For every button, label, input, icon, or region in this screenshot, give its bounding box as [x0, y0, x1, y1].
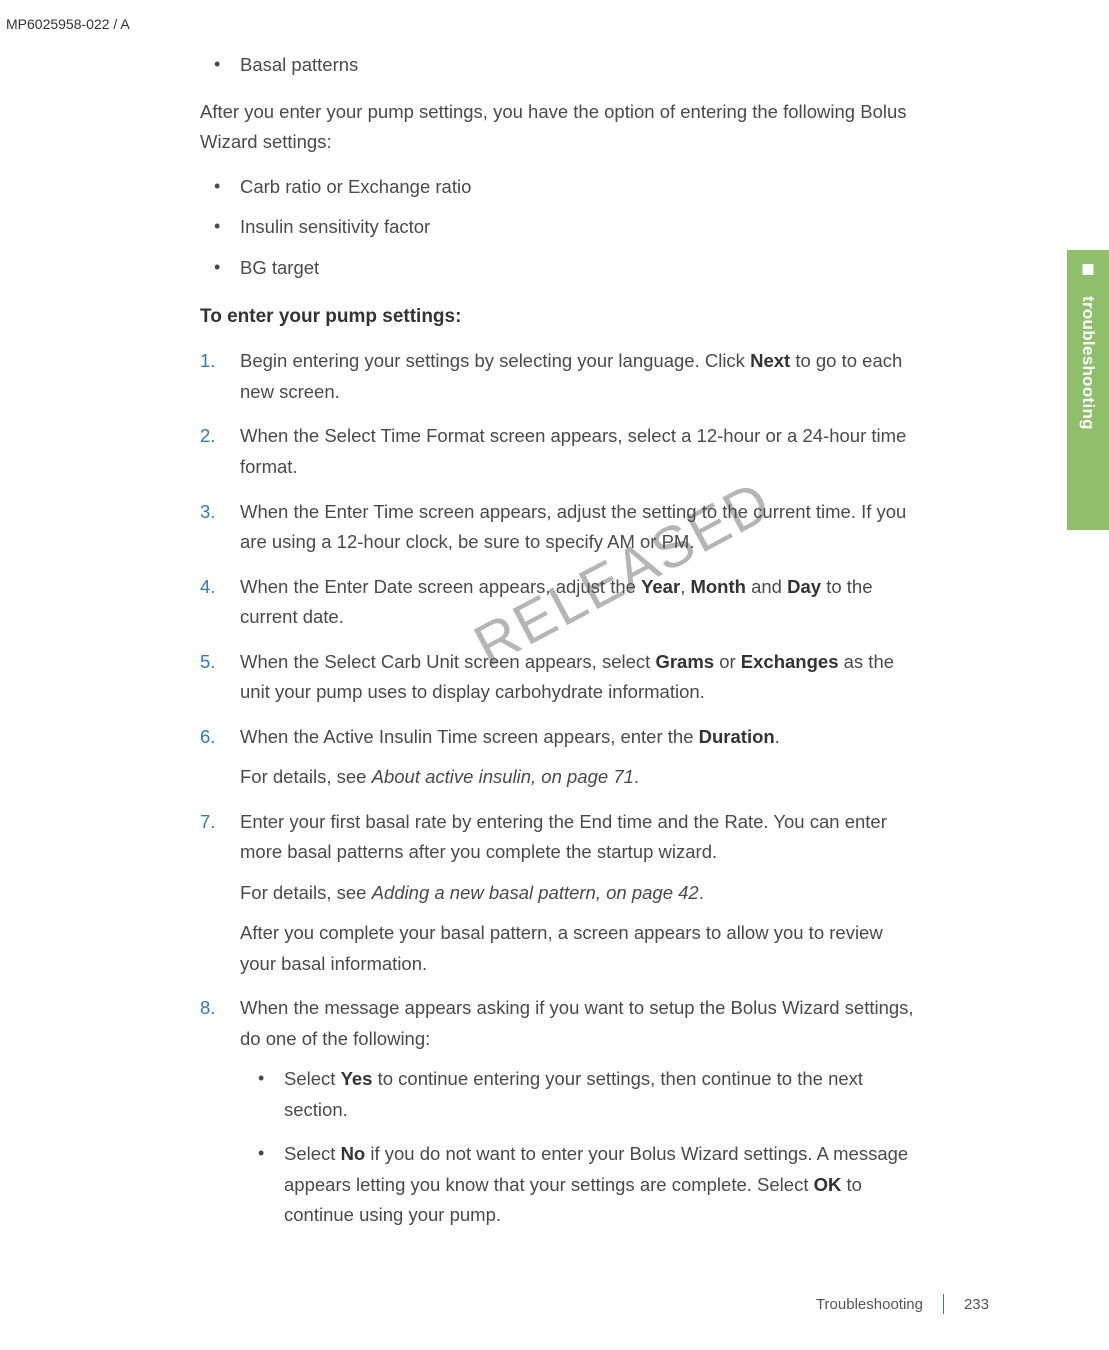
step-text: When the Enter Date screen appears, adju… — [240, 572, 920, 633]
bold-term: Day — [787, 576, 821, 597]
text-run: or — [714, 651, 741, 672]
page-content: Basal patterns After you enter your pump… — [200, 50, 920, 1247]
list-item: Basal patterns — [200, 50, 920, 81]
step-number: 5. — [200, 647, 226, 678]
side-tab-label: troubleshooting — [1078, 296, 1098, 430]
italic-ref: About active insulin, on page 71 — [372, 766, 634, 787]
sub-bullet-list: Select Yes to continue entering your set… — [240, 1064, 920, 1231]
side-tab: troubleshooting — [1067, 250, 1109, 530]
list-item: Insulin sensitivity factor — [200, 212, 920, 243]
list-item: BG target — [200, 253, 920, 284]
page-footer: Troubleshooting 233 — [816, 1294, 989, 1314]
text-run: , — [680, 576, 690, 597]
bold-term: Next — [750, 350, 790, 371]
step-text: When the Enter Time screen appears, adju… — [240, 497, 920, 558]
list-item-text: Insulin sensitivity factor — [240, 216, 430, 237]
side-tab-marker-icon — [1083, 264, 1094, 275]
document-id: MP6025958-022 / A — [6, 16, 130, 32]
text-run: and — [746, 576, 787, 597]
step-text: When the Select Time Format screen appea… — [240, 421, 920, 482]
step-item: 2. When the Select Time Format screen ap… — [200, 421, 920, 482]
text-run: . — [775, 726, 780, 747]
bold-term: Month — [690, 576, 745, 597]
step-text: Enter your first basal rate by entering … — [240, 807, 920, 868]
footer-section: Troubleshooting — [816, 1296, 923, 1313]
list-item: Select No if you do not want to enter yo… — [240, 1139, 920, 1231]
footer-divider — [943, 1294, 944, 1314]
step-number: 8. — [200, 993, 226, 1024]
step-text: After you complete your basal pattern, a… — [240, 918, 920, 979]
step-text: For details, see Adding a new basal patt… — [240, 878, 920, 909]
list-item-text: BG target — [240, 257, 319, 278]
footer-page-number: 233 — [964, 1296, 989, 1313]
list-item-text: Carb ratio or Exchange ratio — [240, 176, 471, 197]
text-run: When the Select Carb Unit screen appears… — [240, 651, 655, 672]
step-number: 6. — [200, 722, 226, 753]
step-text: When the Active Insulin Time screen appe… — [240, 722, 920, 753]
bold-term: Duration — [699, 726, 775, 747]
step-number: 2. — [200, 421, 226, 452]
italic-ref: Adding a new basal pattern, on page 42 — [372, 882, 699, 903]
step-text: When the message appears asking if you w… — [240, 993, 920, 1054]
text-run: Select — [284, 1068, 341, 1089]
step-item: 3. When the Enter Time screen appears, a… — [200, 497, 920, 558]
bold-term: OK — [814, 1174, 842, 1195]
text-run: When the Enter Date screen appears, adju… — [240, 576, 641, 597]
text-run: For details, see — [240, 766, 372, 787]
step-item: 1. Begin entering your settings by selec… — [200, 346, 920, 407]
step-item: 6. When the Active Insulin Time screen a… — [200, 722, 920, 793]
text-run: Select — [284, 1143, 341, 1164]
bold-term: Grams — [655, 651, 714, 672]
step-text: For details, see About active insulin, o… — [240, 762, 920, 793]
list-item-text: Basal patterns — [240, 54, 358, 75]
bullet-list-top: Basal patterns — [200, 50, 920, 81]
paragraph: After you enter your pump settings, you … — [200, 97, 920, 158]
list-item: Select Yes to continue entering your set… — [240, 1064, 920, 1125]
text-run: When the Active Insulin Time screen appe… — [240, 726, 699, 747]
step-text: Begin entering your settings by selectin… — [240, 346, 920, 407]
subheading: To enter your pump settings: — [200, 301, 920, 332]
bullet-list-mid: Carb ratio or Exchange ratio Insulin sen… — [200, 172, 920, 284]
bold-term: Yes — [341, 1068, 373, 1089]
text-run: Begin entering your settings by selectin… — [240, 350, 750, 371]
text-run: For details, see — [240, 882, 372, 903]
text-run: . — [699, 882, 704, 903]
bold-term: No — [341, 1143, 366, 1164]
list-item: Carb ratio or Exchange ratio — [200, 172, 920, 203]
step-item: 7. Enter your first basal rate by enteri… — [200, 807, 920, 980]
text-run: . — [634, 766, 639, 787]
step-item: 8. When the message appears asking if yo… — [200, 993, 920, 1231]
step-number: 1. — [200, 346, 226, 377]
numbered-steps: 1. Begin entering your settings by selec… — [200, 346, 920, 1230]
step-number: 7. — [200, 807, 226, 838]
step-item: 5. When the Select Carb Unit screen appe… — [200, 647, 920, 708]
bold-term: Year — [641, 576, 680, 597]
step-item: 4. When the Enter Date screen appears, a… — [200, 572, 920, 633]
step-number: 3. — [200, 497, 226, 528]
bold-term: Exchanges — [741, 651, 839, 672]
step-text: When the Select Carb Unit screen appears… — [240, 647, 920, 708]
step-number: 4. — [200, 572, 226, 603]
